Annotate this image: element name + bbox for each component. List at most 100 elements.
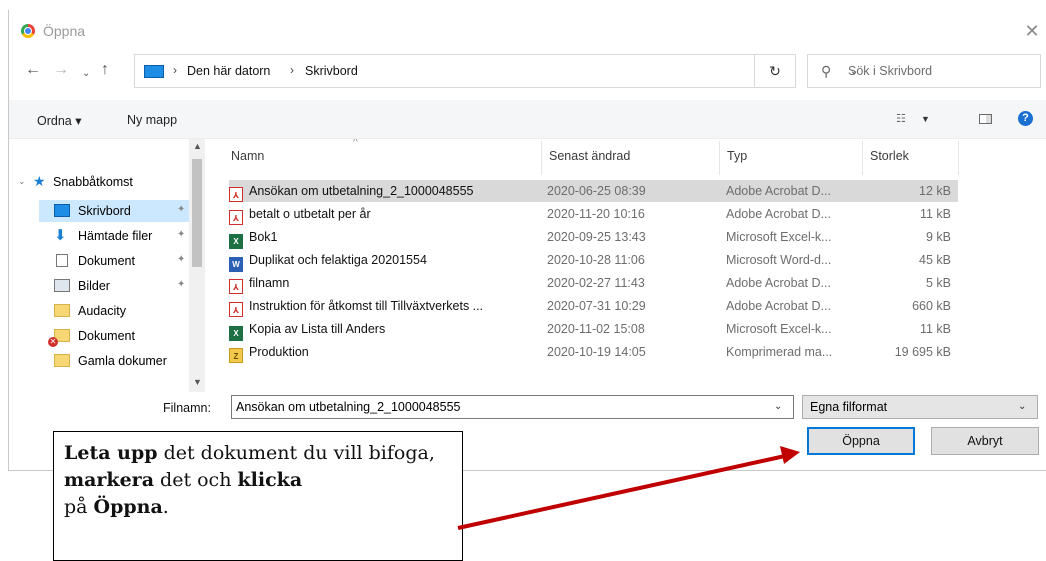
file-type: Komprimerad ma... xyxy=(726,345,833,359)
column-divider[interactable] xyxy=(719,141,720,175)
file-row[interactable]: ⅄ betalt o utbetalt per år 2020-11-20 10:… xyxy=(229,203,958,225)
folder-icon xyxy=(54,354,70,367)
this-pc-icon xyxy=(144,65,164,78)
forward-arrow-icon[interactable]: → xyxy=(53,61,69,79)
expand-chevron-icon[interactable]: ⌄ xyxy=(18,176,26,187)
sort-ascending-icon: ^ xyxy=(353,139,358,148)
callout-text: . xyxy=(162,496,169,518)
nav-item-documents-folder[interactable]: ✕ Dokument xyxy=(39,325,189,347)
file-row[interactable]: Z Produktion 2020-10-19 14:05 Komprimerad… xyxy=(229,341,958,363)
file-type: Adobe Acrobat D... xyxy=(726,184,831,198)
open-button[interactable]: Öppna xyxy=(807,427,915,455)
column-header-date[interactable]: Senast ändrad xyxy=(549,149,630,163)
file-type-select[interactable]: Egna filformat xyxy=(802,395,1038,419)
breadcrumb-this-pc[interactable]: Den här datorn xyxy=(187,64,270,78)
search-placeholder: Sök i Skrivbord xyxy=(848,64,933,78)
view-options-icon[interactable]: ☷ xyxy=(896,112,906,125)
callout-text: det dokument du vill bifoga, xyxy=(157,442,435,464)
up-arrow-icon[interactable]: ↑ xyxy=(101,61,109,79)
view-dropdown-icon[interactable]: ▼ xyxy=(921,114,930,124)
breadcrumb-separator[interactable]: › xyxy=(290,63,294,77)
column-header-size[interactable]: Storlek xyxy=(870,149,909,163)
nav-item-downloads[interactable]: ⬇ Hämtade filer ✦ xyxy=(39,225,189,247)
refresh-icon: ↻ xyxy=(769,63,781,79)
address-bar[interactable]: › Den här datorn › Skrivbord ⌄ xyxy=(134,54,858,88)
file-type: Microsoft Excel-k... xyxy=(726,322,832,336)
file-row[interactable]: X Bok1 2020-09-25 13:43 Microsoft Excel-k… xyxy=(229,226,958,249)
file-name: X Kopia av Lista till Anders xyxy=(229,322,539,341)
organize-menu-button[interactable]: Ordna ▾ xyxy=(37,113,82,128)
file-row[interactable]: ⅄ Ansökan om utbetalning_2_1000048555 202… xyxy=(229,180,958,202)
column-divider[interactable] xyxy=(862,141,863,175)
file-date: 2020-10-19 14:05 xyxy=(547,345,646,359)
file-row[interactable]: ⅄ Instruktion för åtkomst till Tillväxtve… xyxy=(229,295,958,317)
window-title: Öppna xyxy=(43,23,86,39)
column-header-name[interactable]: Namn xyxy=(231,149,264,163)
breadcrumb-separator[interactable]: › xyxy=(173,63,177,77)
nav-item-documents[interactable]: Dokument ✦ xyxy=(39,250,189,272)
recent-locations-chevron-icon[interactable]: ⌄ xyxy=(82,65,90,83)
file-row[interactable]: ⅄ filnamn 2020-02-27 11:43 Adobe Acrobat … xyxy=(229,272,958,294)
star-icon: ★ xyxy=(33,173,46,189)
filename-input[interactable]: Ansökan om utbetalning_2_1000048555 xyxy=(231,395,794,419)
search-icon: ⚲ xyxy=(821,63,832,79)
file-size: 12 kB xyxy=(919,184,951,198)
close-icon[interactable]: ✕ xyxy=(1020,19,1044,43)
download-icon: ⬇ xyxy=(54,227,67,244)
file-size: 5 kB xyxy=(925,276,951,290)
zip-folder-icon: Z xyxy=(229,348,243,363)
refresh-button[interactable]: ↻ xyxy=(755,54,796,88)
pin-icon: ✦ xyxy=(177,204,186,215)
file-size: 19 695 kB xyxy=(894,345,951,359)
cancel-button[interactable]: Avbryt xyxy=(931,427,1039,455)
file-row[interactable]: W Duplikat och felaktiga 20201554 2020-10… xyxy=(229,249,958,272)
search-input[interactable]: ⚲ Sök i Skrivbord xyxy=(807,54,1041,88)
file-name: W Duplikat och felaktiga 20201554 xyxy=(229,253,539,272)
file-type-dropdown-icon[interactable]: ⌄ xyxy=(1018,401,1026,412)
nav-item-label: Dokument xyxy=(78,254,135,268)
column-divider[interactable] xyxy=(958,141,959,175)
file-name-text: Produktion xyxy=(249,345,309,359)
back-arrow-icon[interactable]: ← xyxy=(25,61,41,79)
navigation-scrollbar[interactable]: ▲ ▼ xyxy=(189,139,205,392)
nav-item-quick-access[interactable]: ⌄ ★ Snabbåtkomst xyxy=(9,171,187,193)
filename-label: Filnamn: xyxy=(163,401,211,415)
file-name: X Bok1 xyxy=(229,230,539,249)
nav-item-old-documents[interactable]: Gamla dokumer xyxy=(39,350,189,372)
desktop-icon xyxy=(54,204,70,217)
nav-item-label: Snabbåtkomst xyxy=(53,175,133,189)
file-row[interactable]: X Kopia av Lista till Anders 2020-11-02 1… xyxy=(229,318,958,341)
column-header-type[interactable]: Typ xyxy=(727,149,747,163)
callout-bold-text: Öppna xyxy=(93,496,163,518)
preview-pane-icon[interactable] xyxy=(979,114,992,124)
pdf-icon: ⅄ xyxy=(229,279,243,294)
file-name-text: betalt o utbetalt per år xyxy=(249,207,371,221)
filename-dropdown-icon[interactable]: ⌄ xyxy=(774,401,782,412)
file-name: ⅄ Ansökan om utbetalning_2_1000048555 xyxy=(229,184,539,202)
file-type: Adobe Acrobat D... xyxy=(726,207,831,221)
callout-text: det och xyxy=(154,469,238,491)
file-name-text: Kopia av Lista till Anders xyxy=(249,322,386,336)
file-name-text: Ansökan om utbetalning_2_1000048555 xyxy=(249,184,474,198)
file-date: 2020-02-27 11:43 xyxy=(547,276,645,290)
breadcrumb-desktop[interactable]: Skrivbord xyxy=(305,64,358,78)
help-icon[interactable]: ? xyxy=(1018,111,1033,126)
nav-item-audacity[interactable]: Audacity xyxy=(39,300,189,322)
file-size: 9 kB xyxy=(925,230,951,244)
scroll-down-icon[interactable]: ▼ xyxy=(193,377,202,387)
excel-icon: X xyxy=(229,326,243,341)
new-folder-button[interactable]: Ny mapp xyxy=(127,113,177,127)
file-type: Adobe Acrobat D... xyxy=(726,276,831,290)
column-divider[interactable] xyxy=(541,141,542,175)
file-date: 2020-10-28 11:06 xyxy=(547,253,645,267)
file-size: 11 kB xyxy=(919,322,951,336)
navigation-pane: ⌄ ★ Snabbåtkomst Skrivbord ✦ ⬇ Hämtade f… xyxy=(9,139,205,392)
word-icon: W xyxy=(229,257,243,272)
nav-item-pictures[interactable]: Bilder ✦ xyxy=(39,275,189,297)
scroll-up-icon[interactable]: ▲ xyxy=(193,141,202,151)
scrollbar-thumb[interactable] xyxy=(192,159,202,267)
file-type: Adobe Acrobat D... xyxy=(726,299,831,313)
column-header-row: ^ Namn Senast ändrad Typ Storlek xyxy=(219,139,1039,177)
nav-item-desktop[interactable]: Skrivbord ✦ xyxy=(39,200,189,222)
pdf-icon: ⅄ xyxy=(229,210,243,225)
